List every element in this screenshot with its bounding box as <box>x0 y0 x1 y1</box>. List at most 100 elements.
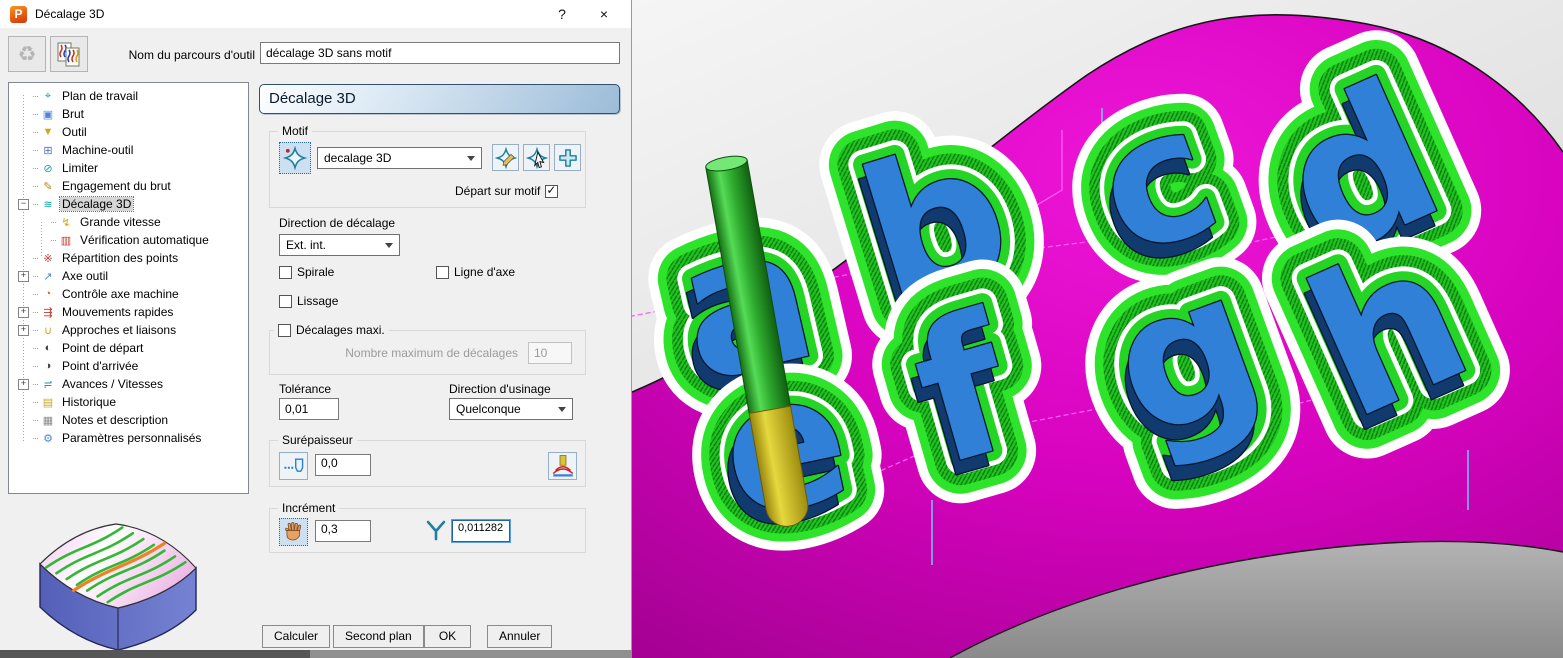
tree-item-machine-outil[interactable]: ⊞Machine-outil <box>9 141 248 159</box>
ligne-axe-option[interactable]: Ligne d'axe <box>436 265 515 279</box>
lissage-label: Lissage <box>297 294 338 308</box>
pick-pattern-button[interactable] <box>523 144 550 171</box>
create-pattern-button[interactable] <box>554 144 581 171</box>
tree-expander[interactable]: + <box>18 271 29 282</box>
machining-direction-dropdown[interactable]: Quelconque <box>449 398 573 420</box>
page-title: Décalage 3D <box>259 84 620 114</box>
tree-item-label: Engagement du brut <box>60 179 173 193</box>
strategy-preview-thumbnail <box>22 510 218 652</box>
machining-direction-value: Quelconque <box>456 402 521 416</box>
manual-stepover-button[interactable] <box>279 518 308 546</box>
tree-connector <box>33 420 38 421</box>
tree-connector <box>33 348 38 349</box>
tree-item-d-calage-3d[interactable]: −≋ Décalage 3D <box>9 195 248 213</box>
offset-direction-dropdown[interactable]: Ext. int. <box>279 234 400 256</box>
tree-item-outil[interactable]: ▼ Outil <box>9 123 248 141</box>
tree-connector <box>33 204 38 205</box>
ok-button[interactable]: OK <box>424 625 471 648</box>
tree-item-grande-vitesse[interactable]: ↯ Grande vitesse <box>9 213 248 231</box>
tree-item-contr-le-axe-machine[interactable]: ◔Contrôle axe machine <box>9 285 248 303</box>
offset-3d-icon: ≋ <box>40 198 56 211</box>
tree-item-plan-de-travail[interactable]: ⌖Plan de travail <box>9 87 248 105</box>
tree-item-r-partition-des-points[interactable]: ※Répartition des points <box>9 249 248 267</box>
ligne-axe-checkbox[interactable] <box>436 266 449 279</box>
tree-expander[interactable]: + <box>18 379 29 390</box>
toolpath-name-input[interactable] <box>260 42 620 64</box>
cancel-button[interactable]: Annuler <box>487 625 552 648</box>
tree-item-notes-et-description[interactable]: ▦Notes et description <box>9 411 248 429</box>
stepover-input[interactable]: 0,3 <box>315 520 371 542</box>
tree-item-label: Contrôle axe machine <box>60 287 181 301</box>
tree-item-mouvements-rapides[interactable]: +⇶Mouvements rapides <box>9 303 248 321</box>
tree-expander[interactable]: + <box>18 307 29 318</box>
tree-item-label: Point de départ <box>60 341 145 355</box>
toolpath-cards-icon <box>55 40 83 68</box>
thickness-input[interactable]: 0,0 <box>315 454 371 476</box>
start-on-pattern-option[interactable]: Départ sur motif <box>455 184 558 198</box>
tree-item-label: Notes et description <box>60 413 170 427</box>
tolerance-input[interactable] <box>279 398 339 420</box>
screen: aaaaaaabbbbbbbcccccccdddddddeeeeeeefffff… <box>0 0 1563 658</box>
chevron-down-icon <box>385 243 393 248</box>
pattern-edit-icon <box>495 147 517 169</box>
max-offsets-label: Décalages maxi. <box>296 323 385 337</box>
tree-item-label: Vérification automatique <box>78 233 211 247</box>
tree-connector <box>33 276 38 277</box>
tree-item-label: Paramètres personnalisés <box>60 431 203 445</box>
tree-item-param-tres-personnalis-s[interactable]: ⚙ Paramètres personnalisés <box>9 429 248 447</box>
lissage-option[interactable]: Lissage <box>279 294 338 308</box>
pattern-dropdown[interactable]: decalage 3D <box>317 147 482 169</box>
pattern-toggle-button[interactable] <box>279 142 311 174</box>
tree-item-axe-outil[interactable]: +↗Axe outil <box>9 267 248 285</box>
background-button[interactable]: Second plan <box>333 625 424 648</box>
tree-item-point-de-d-part[interactable]: ◐ Point de départ <box>9 339 248 357</box>
edit-pattern-button[interactable] <box>492 144 519 171</box>
pattern-create-icon <box>557 147 579 169</box>
start-on-pattern-checkbox[interactable] <box>545 185 558 198</box>
tree-item-engagement-du-brut[interactable]: ✎Engagement du brut <box>9 177 248 195</box>
tree-expander[interactable]: − <box>18 199 29 210</box>
custom-params-icon: ⚙ <box>40 432 56 445</box>
tree-item-label: Décalage 3D <box>60 197 133 211</box>
machining-direction-label: Direction d'usinage <box>449 382 551 396</box>
tree-connector <box>33 168 38 169</box>
pattern-pick-icon <box>526 147 548 169</box>
pattern-dropdown-value: decalage 3D <box>324 151 391 165</box>
tree-item-label: Outil <box>60 125 89 139</box>
toolpath-settings-tree[interactable]: ⌖Plan de travail▣Brut ▼ Outil ⊞Machine-outi… <box>8 82 249 494</box>
max-offsets-checkbox[interactable] <box>278 324 291 337</box>
close-button[interactable]: × <box>587 6 621 22</box>
tree-connector <box>33 114 38 115</box>
start-point-icon: ◐ <box>40 342 56 354</box>
hand-icon <box>283 521 305 543</box>
powermill-app-icon: P <box>10 6 27 23</box>
tree-item-label: Plan de travail <box>60 89 140 103</box>
tree-item-brut[interactable]: ▣Brut <box>9 105 248 123</box>
thickness-mode-button[interactable] <box>279 452 308 480</box>
strategy-picker-button[interactable] <box>50 36 88 72</box>
chevron-down-icon <box>558 407 566 412</box>
tool-profile-icon <box>282 454 306 478</box>
viewport-3d[interactable]: aaaaaaabbbbbbbcccccccdddddddeeeeeeefffff… <box>632 0 1563 658</box>
lissage-checkbox[interactable] <box>279 295 292 308</box>
spirale-checkbox[interactable] <box>279 266 292 279</box>
tree-item-approches-et-liaisons[interactable]: +∪Approches et liaisons <box>9 321 248 339</box>
machine-tool-icon: ⊞ <box>40 144 56 157</box>
tree-item-limiter[interactable]: ⊘Limiter <box>9 159 248 177</box>
tree-item-avances-vitesses[interactable]: +≓Avances / Vitesses <box>9 375 248 393</box>
tree-item-v-rification-automatique[interactable]: ▥Vérification automatique <box>9 231 248 249</box>
cusp-height-input[interactable]: 0,011282 <box>452 520 510 542</box>
tree-item-label: Axe outil <box>60 269 110 283</box>
spirale-option[interactable]: Spirale <box>279 265 334 279</box>
calculate-button[interactable]: Calculer <box>262 625 330 648</box>
tree-expander[interactable]: + <box>18 325 29 336</box>
tree-item-historique[interactable]: ▤Historique <box>9 393 248 411</box>
spirale-label: Spirale <box>297 265 334 279</box>
thickness-detail-button[interactable] <box>548 452 577 480</box>
help-button[interactable]: ? <box>545 6 579 22</box>
high-speed-icon: ↯ <box>58 216 74 229</box>
tree-item-label: Grande vitesse <box>78 215 163 229</box>
tree-item-point-d-arriv-e[interactable]: ◑Point d'arrivée <box>9 357 248 375</box>
tool-icon: ▼ <box>40 126 56 138</box>
dialog-titlebar[interactable]: P Décalage 3D ? × <box>0 0 631 28</box>
